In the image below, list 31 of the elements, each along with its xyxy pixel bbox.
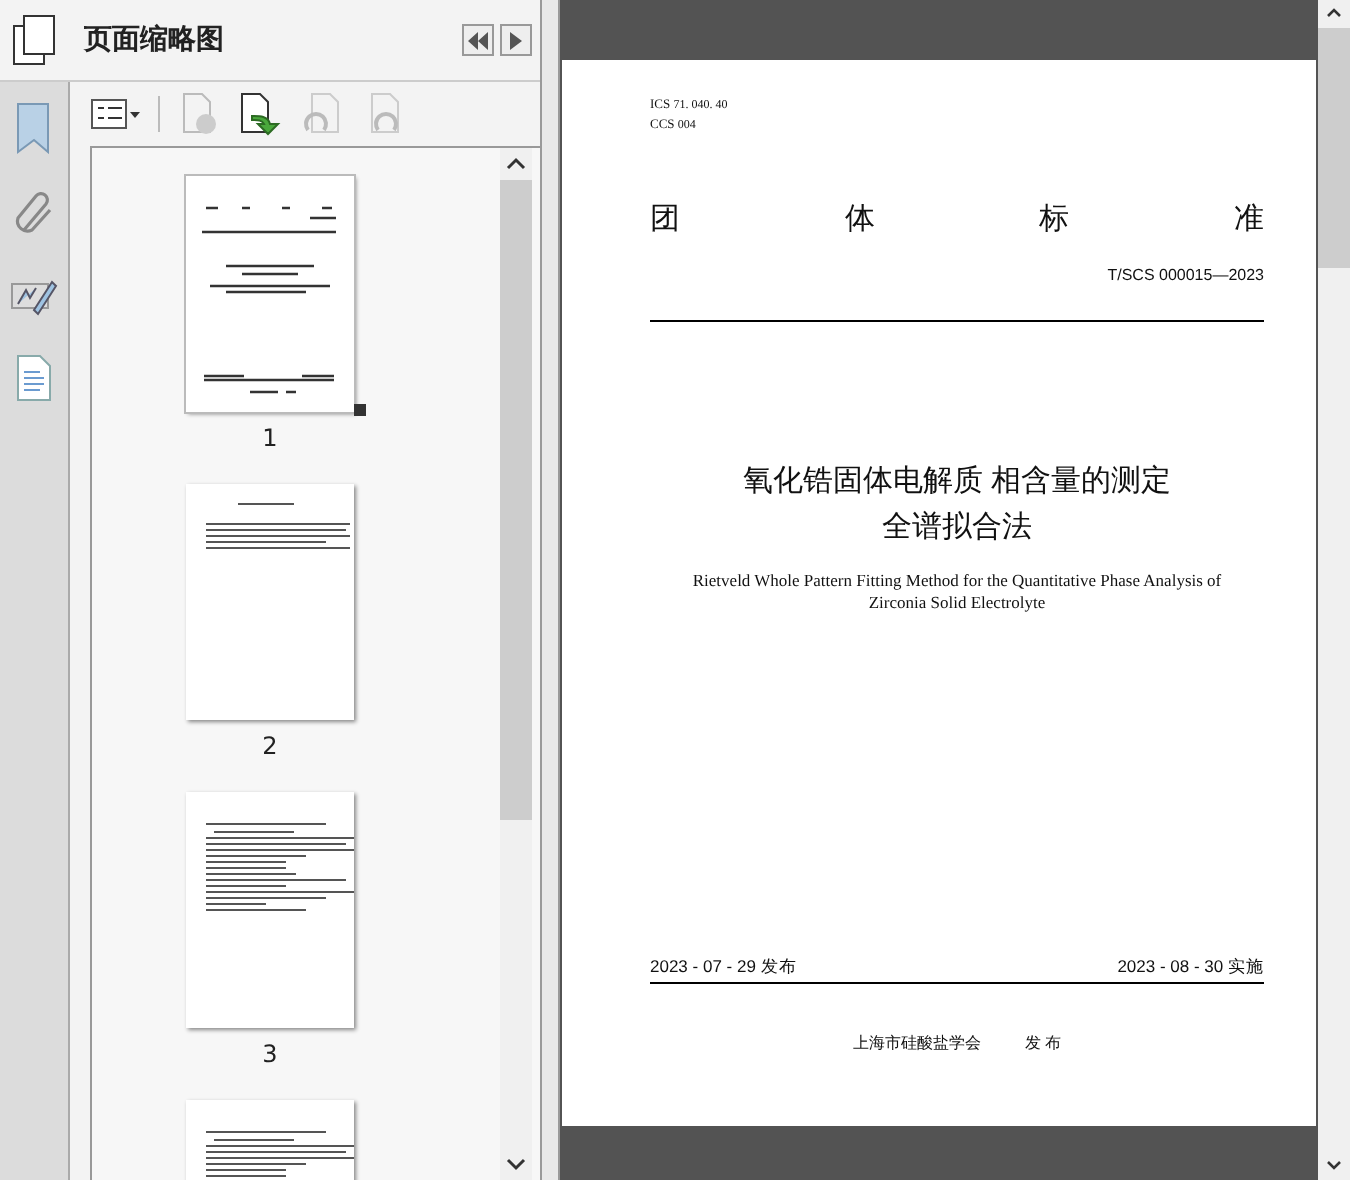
scrollbar-thumb[interactable] bbox=[1318, 28, 1350, 268]
insert-page-icon[interactable] bbox=[236, 92, 284, 136]
pages-icon[interactable] bbox=[12, 14, 60, 66]
standard-heading-character: 准 bbox=[1233, 200, 1264, 238]
page-number: 2 bbox=[262, 732, 278, 760]
publisher: 上海市硅酸盐学会 bbox=[852, 1032, 981, 1054]
expand-button[interactable] bbox=[500, 24, 532, 56]
standard-number: T/SCS 000015—2023 bbox=[1107, 266, 1264, 284]
english-title: Rietveld Whole Pattern Fitting Method for the Quantitative Phase Analysis of Zirconia Solid Electrolyte bbox=[690, 570, 1224, 614]
page-thumbnail[interactable] bbox=[186, 176, 354, 412]
right-arrow-icon bbox=[510, 31, 522, 49]
collapse-button[interactable] bbox=[462, 24, 494, 56]
document-title: 全谱拟合法 bbox=[880, 508, 1034, 548]
effective-date: 2023 - 08 - 30 实施 bbox=[1117, 956, 1264, 980]
scrollbar-thumb[interactable] bbox=[500, 180, 532, 820]
issue-date: 2023 - 07 - 29 发布 bbox=[650, 956, 797, 980]
resize-handle[interactable] bbox=[354, 404, 366, 416]
document-title: 氧化锆固体电解质 相含量的测定 bbox=[740, 462, 1174, 502]
document-icon[interactable] bbox=[14, 354, 54, 402]
panel-title: 页面缩略图 bbox=[84, 22, 226, 58]
page-thumbnail[interactable] bbox=[186, 484, 354, 720]
publish-label: 发 布 bbox=[1024, 1032, 1062, 1054]
paperclip-icon[interactable] bbox=[12, 190, 56, 238]
standard-heading-character: 团 bbox=[650, 200, 680, 238]
page-number: 1 bbox=[262, 424, 278, 452]
standard-heading-character: 标 bbox=[1039, 200, 1070, 238]
double-left-arrow-icon bbox=[468, 31, 488, 49]
page-thumbnail[interactable] bbox=[186, 792, 354, 1028]
standard-heading-character: 体 bbox=[844, 200, 875, 238]
options-button[interactable] bbox=[90, 98, 142, 130]
page-number: 3 bbox=[262, 1040, 278, 1068]
